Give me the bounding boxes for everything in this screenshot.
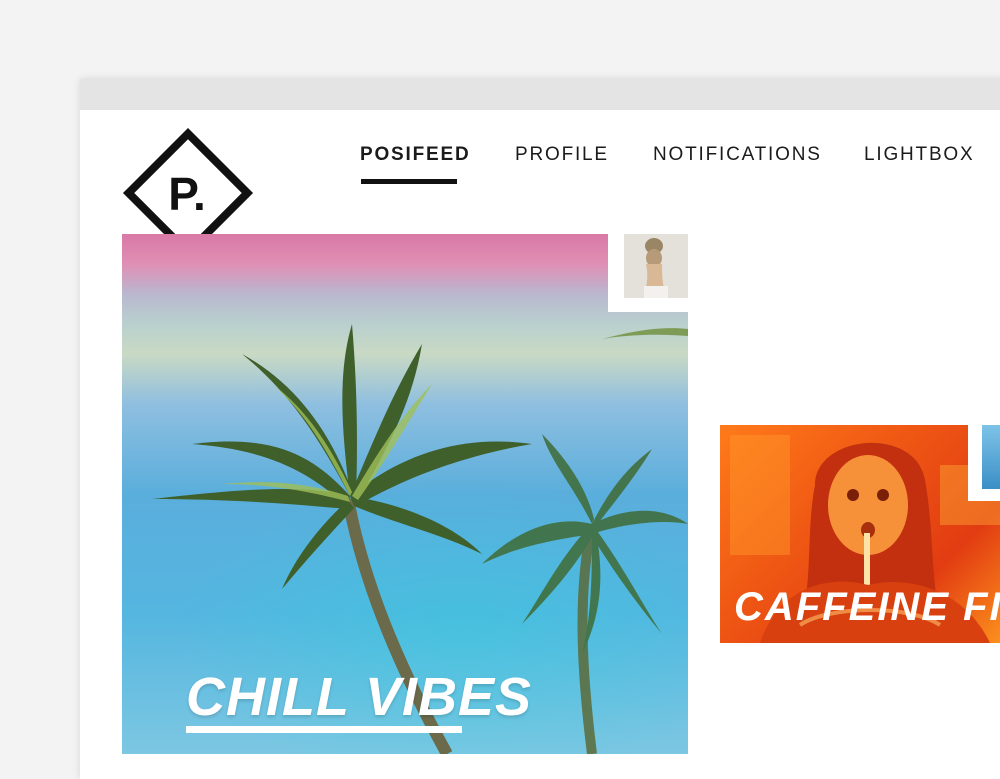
card-caption: CAFFEINE FI — [734, 585, 1000, 629]
user-avatar[interactable] — [982, 425, 1000, 489]
nav-item-lightbox[interactable]: LIGHTBOX — [864, 144, 974, 166]
nav-item-posifeed[interactable]: POSIFEED — [360, 144, 470, 166]
card-caption: CHILL VIBES — [186, 667, 533, 727]
window-titlebar — [80, 79, 1000, 110]
browser-window: P. POSIFEED PROFILE NOTIFICATIONS LIGHTB… — [80, 79, 1000, 779]
nav-item-profile[interactable]: PROFILE — [515, 144, 609, 166]
feed-card-chill-vibes[interactable]: CHILL VIBES — [122, 234, 688, 754]
card-caption-underline — [186, 726, 462, 733]
nav-item-notifications[interactable]: NOTIFICATIONS — [653, 144, 822, 166]
feed-card-caffeine[interactable]: CAFFEINE FI — [720, 425, 1000, 643]
nav-active-underline — [361, 179, 457, 184]
user-avatar[interactable] — [624, 234, 688, 298]
logo-letter: P. — [168, 168, 206, 220]
